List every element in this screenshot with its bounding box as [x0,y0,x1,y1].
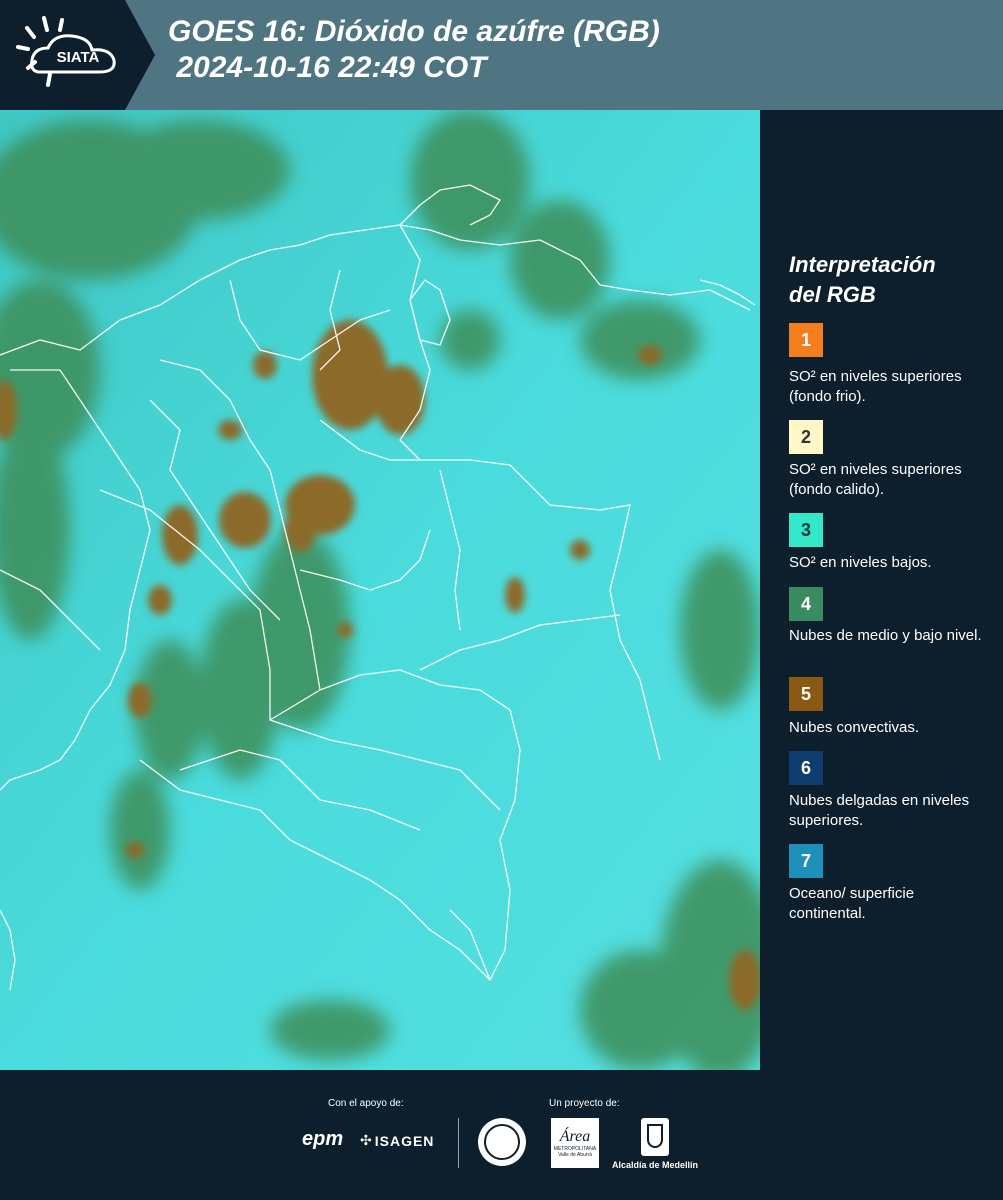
medellin-seal-logo[interactable] [478,1118,526,1166]
legend-label-6: Nubes delgadas en niveles superiores. [789,792,970,829]
area-sub2: Valle de Aburrá [558,1152,592,1158]
swatch-number: 2 [800,426,811,447]
satellite-map[interactable] [0,110,780,1080]
legend-label-1: SO² en niveles superiores (fondo frio). [789,368,962,405]
legend-swatch-4: 4 [789,587,823,621]
legend-swatch-2: 2 [789,420,823,454]
epm-text: epm [302,1128,344,1150]
isagen-text: ISAGEN [374,1132,435,1149]
alcaldia-logo[interactable] [641,1118,669,1156]
swatch-number: 4 [800,593,811,614]
legend-swatch-3: 3 [789,513,823,547]
support-caption: Con el apoyo de: [328,1098,404,1109]
footer-divider [458,1118,459,1168]
legend-panel: Interpretación del RGB 1 SO² en niveles … [760,110,1003,1070]
legend-title: Interpretación del RGB [789,250,936,310]
swatch-number: 1 [800,329,811,350]
epm-logo[interactable]: epm [302,1128,343,1151]
area-text: Área [559,1128,591,1145]
swatch-number: 3 [800,519,811,540]
siata-logo[interactable]: SIATA [0,0,155,110]
legend-swatch-6: 6 [789,751,823,785]
legend-swatch-1: 1 [789,323,823,357]
swatch-number: 7 [800,850,811,871]
legend-label-7: Oceano/ superficie continental. [789,885,915,922]
legend-swatch-7: 7 [789,844,823,878]
isagen-logo[interactable]: ✣ ISAGEN [360,1132,434,1149]
legend-label-5: Nubes convectivas. [789,719,920,736]
title-line-1: GOES 16: Dióxido de azúfre (RGB) [168,15,660,48]
title-line-2: 2024-10-16 22:49 COT [168,51,487,84]
legend-title-line-2: del RGB [789,282,876,307]
legend-label-4: Nubes de medio y bajo nivel. [789,627,982,644]
footer-bar: Con el apoyo de: Un proyecto de: epm ✣ I… [0,1070,1003,1200]
logo-text: SIATA [57,49,100,66]
page-title: GOES 16: Dióxido de azúfre (RGB) 2024-10… [168,14,660,86]
project-caption: Un proyecto de: [549,1098,620,1109]
seal-icon [484,1124,520,1160]
legend-label-3: SO² en niveles bajos. [789,554,932,571]
legend-title-line-1: Interpretación [789,252,936,277]
legend-label-2: SO² en niveles superiores (fondo calido)… [789,461,962,498]
area-metropolitana-logo[interactable]: Área METROPOLITANA Valle de Aburrá [551,1118,599,1168]
legend-swatch-5: 5 [789,677,823,711]
isagen-icon: ✣ [360,1132,372,1148]
header-bar: SIATA GOES 16: Dióxido de azúfre (RGB) 2… [0,0,1003,110]
swatch-number: 6 [800,757,811,778]
swatch-number: 5 [800,683,811,704]
coat-of-arms-icon [647,1124,663,1148]
alcaldia-text: Alcaldía de Medellín [612,1160,699,1170]
